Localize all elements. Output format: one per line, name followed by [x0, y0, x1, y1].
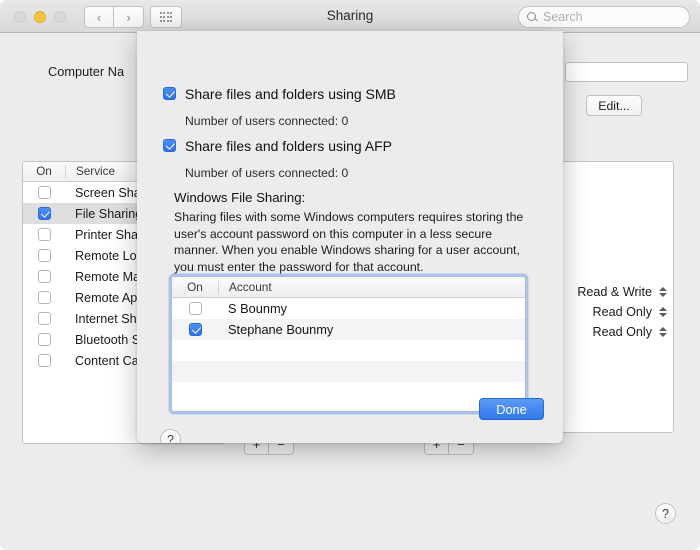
screenshot-root: ‹ › Sharing Search Computer Na Edit... O… [0, 0, 700, 550]
service-checkbox[interactable] [37, 186, 51, 199]
chevron-updown-icon [658, 285, 667, 300]
sheet-help-button[interactable]: ? [160, 429, 181, 443]
account-name: Stephane Bounmy [228, 322, 334, 337]
chevron-updown-icon [658, 305, 667, 320]
permission-label: Read & Write [577, 285, 652, 299]
permission-label: Read Only [592, 305, 652, 319]
permission-popup[interactable]: Read Only [557, 322, 667, 342]
afp-label: Share files and folders using AFP [185, 138, 393, 154]
table-row[interactable]: S Bounmy [172, 298, 525, 319]
table-row[interactable]: Stephane Bounmy [172, 319, 525, 340]
help-button[interactable]: ? [655, 503, 676, 524]
service-label: Internet Sh [75, 311, 137, 326]
service-checkbox[interactable] [37, 312, 51, 325]
services-column-service: Service [76, 165, 115, 178]
smb-label: Share files and folders using SMB [185, 86, 396, 102]
service-label: Content Ca [75, 353, 139, 368]
accounts-column-account: Account [229, 280, 272, 294]
table-row-empty [172, 382, 525, 403]
afp-option-row[interactable]: Share files and folders using AFP [163, 139, 392, 154]
service-label: Bluetooth S [75, 332, 141, 347]
accounts-column-on: On [187, 280, 203, 294]
search-icon [527, 11, 538, 23]
afp-connected-count: Number of users connected: 0 [185, 166, 349, 180]
accounts-table[interactable]: On Account S Bounmy Stephane Bounmy [171, 276, 526, 412]
smb-checkbox[interactable] [163, 87, 176, 100]
sharing-options-sheet: Share files and folders using SMB Number… [137, 31, 563, 443]
accounts-table-header: On Account [172, 277, 525, 298]
computer-name-input[interactable] [565, 62, 688, 82]
service-checkbox[interactable] [37, 249, 51, 262]
search-placeholder: Search [543, 10, 583, 24]
smb-connected-count: Number of users connected: 0 [185, 114, 349, 128]
window-titlebar: ‹ › Sharing Search [0, 0, 700, 33]
search-field[interactable]: Search [518, 6, 690, 28]
service-label: Printer Sha [75, 227, 138, 242]
account-checkbox[interactable] [188, 302, 202, 315]
service-label: Remote Ma [75, 269, 141, 284]
table-row-empty [172, 340, 525, 361]
service-checkbox[interactable] [37, 270, 51, 283]
computer-name-label: Computer Na [48, 64, 125, 79]
permission-popup[interactable]: Read Only [557, 302, 667, 322]
service-label: Remote Log [75, 248, 144, 263]
windows-file-sharing-title: Windows File Sharing: [174, 190, 306, 205]
service-checkbox[interactable] [37, 354, 51, 367]
table-row-empty [172, 361, 525, 382]
windows-file-sharing-description: Sharing files with some Windows computer… [174, 210, 524, 274]
afp-checkbox[interactable] [163, 139, 176, 152]
permission-popup[interactable]: Read & Write [557, 282, 667, 302]
smb-option-row[interactable]: Share files and folders using SMB [163, 87, 396, 102]
done-button[interactable]: Done [479, 398, 544, 420]
edit-button[interactable]: Edit... [586, 95, 642, 116]
service-checkbox[interactable] [37, 207, 51, 220]
service-checkbox[interactable] [37, 333, 51, 346]
chevron-updown-icon [658, 325, 667, 340]
service-label: Screen Sha [75, 185, 141, 200]
service-checkbox[interactable] [37, 291, 51, 304]
service-label: File Sharing [75, 206, 143, 221]
permission-label: Read Only [592, 325, 652, 339]
account-checkbox[interactable] [188, 323, 202, 336]
service-checkbox[interactable] [37, 228, 51, 241]
service-label: Remote Ap [75, 290, 138, 305]
services-column-on: On [36, 165, 52, 178]
permissions-list: Read & Write Read Only Read Only [557, 282, 667, 342]
sharing-preferences-window: ‹ › Sharing Search Computer Na Edit... O… [0, 0, 700, 550]
account-name: S Bounmy [228, 301, 288, 316]
